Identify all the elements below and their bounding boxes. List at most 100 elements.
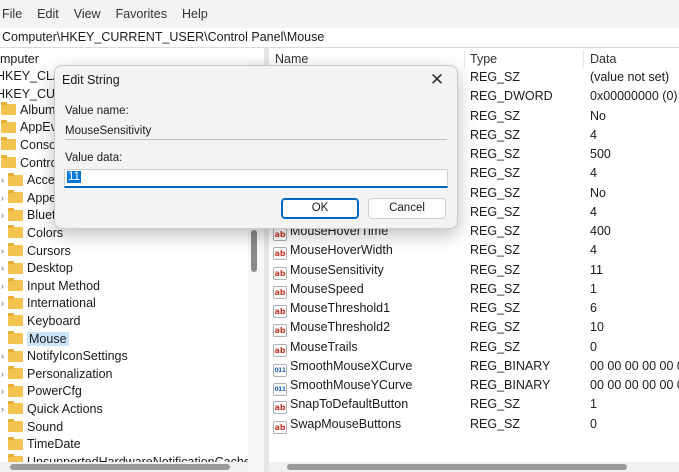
value-type-cell: REG_SZ: [470, 301, 521, 315]
tree-item[interactable]: › International: [1, 295, 96, 313]
table-row[interactable]: ab MouseSpeed REG_SZ 1: [269, 280, 679, 299]
value-data-cell: 00 00 00 00 00 00: [590, 358, 679, 373]
value-name-cell: 011 SmoothMouseXCurve: [273, 357, 412, 377]
value-name: MouseSensitivity: [290, 262, 384, 277]
value-data-cell: 0: [590, 416, 597, 431]
tree-scrollbar-thumb[interactable]: [251, 230, 257, 272]
table-row[interactable]: ab MouseHoverWidth REG_SZ 4: [269, 241, 679, 261]
chevron-right-icon[interactable]: ›: [1, 193, 7, 203]
value-type-cell: REG_SZ: [470, 416, 521, 431]
chevron-right-icon[interactable]: ›: [1, 281, 7, 291]
string-value-icon: ab: [273, 420, 287, 434]
close-icon[interactable]: ✕: [426, 70, 448, 90]
folder-icon: [1, 119, 16, 133]
column-header-data[interactable]: Data: [590, 48, 616, 70]
chevron-right-icon[interactable]: ›: [1, 210, 7, 220]
folder-icon: [8, 419, 23, 433]
tree-item[interactable]: Sound: [1, 418, 63, 436]
table-row[interactable]: ab MouseTrails REG_SZ 0: [269, 338, 679, 357]
value-name-cell: ab MouseSensitivity: [273, 261, 384, 280]
table-row[interactable]: ab MouseThreshold1 REG_SZ 6: [269, 299, 679, 318]
value-data-cell: 400: [590, 224, 611, 238]
tree-item-label: Input Method: [27, 278, 100, 293]
tree-item[interactable]: › Quick Actions: [1, 400, 103, 418]
folder-icon: [8, 172, 23, 186]
value-type-cell: REG_SZ: [470, 320, 521, 335]
tree-item[interactable]: › Cursors: [1, 242, 71, 260]
value-type-cell: REG_SZ: [470, 243, 521, 258]
tree-item[interactable]: mputer: [0, 50, 39, 68]
menu-item-help[interactable]: Help: [182, 7, 208, 21]
chevron-right-icon[interactable]: ›: [1, 175, 7, 185]
value-name-cell: ab SwapMouseButtons: [273, 415, 401, 434]
tree-item[interactable]: TimeDate: [1, 435, 81, 453]
chevron-right-icon[interactable]: ›: [1, 298, 7, 308]
value-data-selection: 11: [67, 171, 81, 183]
table-row[interactable]: ab SnapToDefaultButton REG_SZ 1: [269, 395, 679, 415]
value-name: MouseHoverWidth: [290, 243, 393, 258]
folder-icon: [8, 348, 23, 362]
tree-item-label: International: [27, 296, 96, 311]
menu-item-file[interactable]: File: [2, 7, 22, 21]
table-row[interactable]: ab MouseSensitivity REG_SZ 11: [269, 261, 679, 280]
folder-icon: [8, 383, 23, 397]
tree-item-label: Keyboard: [27, 313, 81, 328]
ok-button[interactable]: OK: [281, 198, 359, 219]
table-row[interactable]: ab MouseThreshold2 REG_SZ 10: [269, 318, 679, 338]
value-data-input[interactable]: 11: [64, 169, 448, 188]
value-name-cell: ab SnapToDefaultButton: [273, 395, 408, 415]
tree-item[interactable]: › Desktop: [1, 259, 73, 277]
tree-item[interactable]: › Personalization: [1, 365, 112, 383]
tree-item[interactable]: Colors: [1, 224, 63, 242]
tree-item[interactable]: › PowerCfg: [1, 383, 82, 401]
tree-item-label: Cursors: [27, 243, 71, 258]
tree-item[interactable]: Mouse: [1, 330, 69, 348]
tree-item-label: Mouse: [27, 331, 69, 346]
column-divider[interactable]: [583, 50, 584, 68]
value-name-cell: ab MouseTrails: [273, 338, 358, 357]
column-divider[interactable]: [464, 50, 465, 68]
folder-icon: [8, 313, 23, 327]
value-data-cell: (value not set): [590, 70, 670, 84]
chevron-right-icon[interactable]: ›: [1, 404, 7, 414]
binary-value-icon: 011: [273, 383, 287, 396]
table-row[interactable]: 011 SmoothMouseXCurve REG_BINARY 00 00 00 0…: [269, 357, 679, 377]
value-data-cell: 6: [590, 301, 597, 315]
tree-item[interactable]: Keyboard: [1, 312, 81, 330]
binary-value-icon: 011: [273, 363, 287, 377]
string-value-icon: ab: [273, 343, 287, 357]
chevron-right-icon[interactable]: ›: [1, 369, 7, 379]
column-header-type[interactable]: Type: [470, 48, 497, 70]
tree-horizontal-thumb[interactable]: [10, 464, 230, 470]
value-data-cell: No: [590, 185, 606, 200]
value-type-cell: REG_SZ: [470, 127, 521, 142]
menu-item-favorites[interactable]: Favorites: [116, 7, 167, 21]
menu-bar: File Edit View Favorites Help: [0, 0, 679, 28]
chevron-right-icon[interactable]: ›: [1, 386, 7, 396]
list-horizontal-thumb[interactable]: [287, 464, 627, 470]
tree-item[interactable]: › NotifyIconSettings: [1, 347, 128, 365]
tree-item-label: Personalization: [27, 366, 113, 381]
address-bar[interactable]: Computer\HKEY_CURRENT_USER\Control Panel…: [0, 28, 679, 48]
folder-icon: [8, 436, 23, 450]
value-type-cell: REG_SZ: [470, 108, 521, 123]
folder-icon: [8, 278, 23, 292]
chevron-right-icon[interactable]: ›: [1, 263, 7, 273]
table-row[interactable]: 011 SmoothMouseYCurve REG_BINARY 00 00 00 0…: [269, 376, 679, 396]
chevron-right-icon[interactable]: ›: [1, 351, 7, 361]
value-name: MouseThreshold1: [290, 301, 391, 315]
cancel-button[interactable]: Cancel: [368, 198, 446, 219]
value-type-cell: REG_SZ: [470, 147, 521, 161]
menu-item-view[interactable]: View: [74, 7, 101, 21]
menu-item-edit[interactable]: Edit: [37, 7, 59, 21]
folder-icon: [8, 260, 23, 274]
table-row[interactable]: ab SwapMouseButtons REG_SZ 0: [269, 415, 679, 434]
tree-item[interactable]: › Input Method: [1, 277, 100, 295]
value-type-cell: REG_SZ: [470, 185, 521, 200]
value-type-cell: REG_SZ: [470, 397, 521, 412]
value-data-cell: 4: [590, 127, 597, 142]
chevron-right-icon[interactable]: ›: [1, 246, 7, 256]
string-value-icon: ab: [273, 247, 287, 261]
value-name: MouseTrails: [290, 339, 358, 354]
folder-icon: [8, 366, 23, 380]
